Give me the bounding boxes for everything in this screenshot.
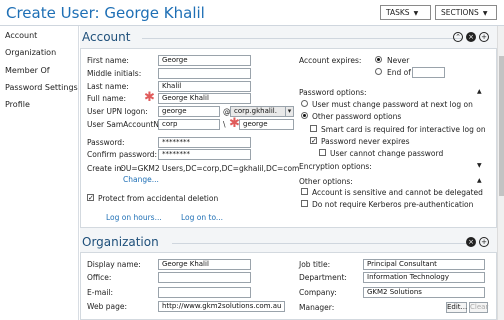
protect-label: Protect from accidental deletion bbox=[98, 194, 219, 203]
company-field[interactable]: GKM2 Solutions bbox=[363, 287, 485, 298]
other-options-heading: Other options: bbox=[299, 177, 353, 186]
email-field[interactable] bbox=[158, 287, 251, 298]
sidebar-item-organization[interactable]: Organization bbox=[5, 48, 56, 57]
collapse-icon[interactable]: ⌃ bbox=[453, 32, 463, 42]
chevron-down-icon: ▼ bbox=[413, 10, 419, 17]
add-icon[interactable]: + bbox=[479, 237, 489, 247]
divider bbox=[142, 38, 462, 39]
job-title-label: Job title: bbox=[299, 260, 331, 269]
confirm-password-label: Confirm password: bbox=[87, 150, 158, 159]
other-options-label: Other password options bbox=[312, 112, 402, 121]
never-expires-label: Password never expires bbox=[321, 137, 410, 146]
full-name-label: Full name: bbox=[87, 94, 127, 103]
close-icon[interactable]: × bbox=[466, 32, 476, 42]
account-expires-label: Account expires: bbox=[299, 56, 362, 65]
cannot-change-label: User cannot change password bbox=[330, 149, 444, 158]
sam-user-field[interactable]: george bbox=[239, 119, 294, 130]
middle-initials-field[interactable] bbox=[158, 68, 251, 79]
organization-heading: Organization bbox=[82, 235, 159, 249]
cannot-change-checkbox[interactable] bbox=[319, 149, 326, 156]
sections-label: SECTIONS bbox=[441, 8, 479, 17]
close-icon[interactable]: × bbox=[466, 237, 476, 247]
create-in-value: OU=GKM2 Users,DC=corp,DC=gkhalil,DC=com bbox=[120, 164, 300, 173]
collapse-up-icon[interactable]: ▲ bbox=[477, 88, 482, 95]
create-in-label: Create in: bbox=[87, 164, 124, 173]
kerberos-checkbox[interactable] bbox=[301, 200, 308, 207]
manager-label: Manager: bbox=[299, 303, 335, 312]
title-bar: Create User: George Khalil TASKS ▼ SECTIO… bbox=[0, 0, 504, 26]
sidebar-item-profile[interactable]: Profile bbox=[5, 100, 30, 109]
edit-manager-button[interactable]: Edit... bbox=[446, 302, 467, 313]
tasks-label: TASKS bbox=[386, 8, 410, 17]
never-radio[interactable] bbox=[375, 56, 382, 63]
required-icon: ✱ bbox=[144, 90, 155, 105]
logon-to-link[interactable]: Log on to... bbox=[181, 213, 223, 222]
scrollbar[interactable] bbox=[497, 26, 504, 320]
add-icon[interactable]: + bbox=[479, 32, 489, 42]
main-content: Account ⌃ × + First name: George Middle … bbox=[80, 26, 504, 320]
must-change-label: User must change password at next log on bbox=[312, 100, 473, 109]
encryption-options-label: Encryption options: bbox=[299, 162, 372, 171]
sections-button[interactable]: SECTIONS ▼ bbox=[435, 5, 497, 20]
divider bbox=[172, 243, 472, 244]
account-panel: First name: George Middle initials: Last… bbox=[80, 48, 497, 228]
sam-label: User SamAccountN... bbox=[87, 120, 167, 129]
display-name-label: Display name: bbox=[87, 260, 141, 269]
web-page-field[interactable]: http://www.gkm2solutions.com.au bbox=[158, 301, 285, 312]
department-label: Department: bbox=[299, 273, 347, 282]
protect-checkbox[interactable]: ✓ bbox=[87, 194, 94, 202]
display-name-field[interactable]: George Khalil bbox=[158, 259, 251, 270]
collapse-up-icon[interactable]: ▲ bbox=[477, 177, 482, 184]
company-label: Company: bbox=[299, 288, 337, 297]
never-label: Never bbox=[387, 56, 410, 65]
last-name-label: Last name: bbox=[87, 82, 129, 91]
never-expires-checkbox[interactable]: ✓ bbox=[310, 137, 317, 145]
logon-hours-link[interactable]: Log on hours... bbox=[106, 213, 162, 222]
page-title: Create User: George Khalil bbox=[6, 4, 205, 22]
end-of-date-field[interactable] bbox=[412, 67, 445, 78]
web-page-label: Web page: bbox=[87, 302, 127, 311]
office-label: Office: bbox=[87, 273, 112, 282]
account-heading: Account bbox=[82, 30, 131, 44]
sidebar-item-password-settings[interactable]: Password Settings bbox=[5, 83, 78, 92]
end-of-label: End of bbox=[387, 68, 411, 77]
confirm-password-field[interactable]: ******** bbox=[158, 149, 251, 160]
scrollbar-thumb[interactable] bbox=[499, 56, 504, 196]
other-options-radio[interactable] bbox=[301, 112, 308, 119]
sam-separator: \ bbox=[223, 120, 226, 129]
first-name-label: First name: bbox=[87, 56, 129, 65]
chevron-down-icon[interactable]: ▾ bbox=[285, 106, 294, 117]
end-of-radio[interactable] bbox=[375, 68, 382, 75]
upn-label: User UPN logon: bbox=[87, 107, 148, 116]
smart-card-label: Smart card is required for interactive l… bbox=[321, 125, 486, 134]
must-change-radio[interactable] bbox=[301, 100, 308, 107]
organization-panel: Display name: George Khalil Office: E-ma… bbox=[80, 252, 497, 320]
full-name-field[interactable]: George Khalil bbox=[158, 93, 251, 104]
last-name-field[interactable]: Khalil bbox=[158, 81, 251, 92]
sidebar-item-member-of[interactable]: Member Of bbox=[5, 66, 50, 75]
password-options-label: Password options: bbox=[299, 88, 367, 97]
password-label: Password: bbox=[87, 138, 125, 147]
first-name-field[interactable]: George bbox=[158, 55, 251, 66]
chevron-down-icon: ▼ bbox=[482, 10, 488, 17]
change-link[interactable]: Change... bbox=[123, 175, 159, 184]
job-title-field[interactable]: Principal Consultant bbox=[363, 259, 485, 270]
tasks-button[interactable]: TASKS ▼ bbox=[380, 5, 431, 20]
sensitive-label: Account is sensitive and cannot be deleg… bbox=[312, 188, 483, 197]
sam-domain-field[interactable]: corp bbox=[158, 119, 220, 130]
department-field[interactable]: Information Technology bbox=[363, 272, 485, 283]
office-field[interactable] bbox=[158, 272, 251, 283]
kerberos-label: Do not require Kerberos pre-authenticati… bbox=[312, 200, 474, 209]
sidebar: Account Organization Member Of Password … bbox=[0, 26, 79, 320]
email-label: E-mail: bbox=[87, 288, 114, 297]
password-field[interactable]: ******** bbox=[158, 137, 251, 148]
smart-card-checkbox[interactable] bbox=[310, 125, 317, 132]
sidebar-item-account[interactable]: Account bbox=[5, 31, 37, 40]
upn-user-field[interactable]: george bbox=[158, 106, 220, 117]
sensitive-checkbox[interactable] bbox=[301, 188, 308, 195]
middle-initials-label: Middle initials: bbox=[87, 69, 142, 78]
clear-manager-button[interactable]: Clear bbox=[469, 302, 488, 313]
expand-down-icon[interactable]: ▼ bbox=[477, 162, 482, 169]
